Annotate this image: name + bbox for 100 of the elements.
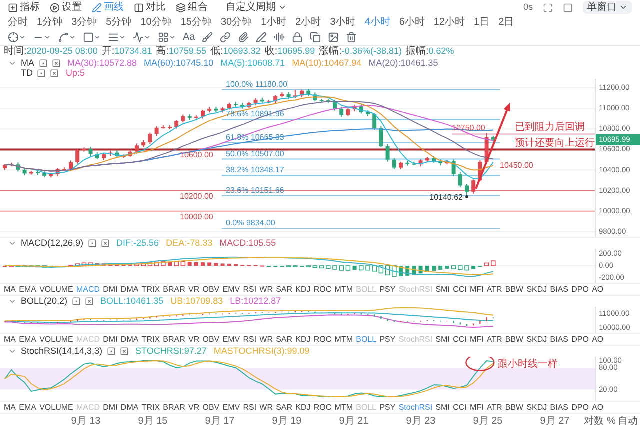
custom-period-dropdown[interactable]: 自定义周期 [226,2,287,12]
indicator-tab[interactable]: BBW [505,404,524,412]
indicator-tab[interactable]: DMI [103,286,118,294]
period-tab[interactable]: 分时 [8,18,28,28]
indicator-tab[interactable]: MFI [470,404,484,412]
indicator-tab[interactable]: MA [4,336,16,344]
indicator-tab[interactable]: EMA [19,286,36,294]
indicator-tab[interactable]: DPO [572,336,589,344]
indicator-tab[interactable]: RSI [243,336,257,344]
indicator-tab[interactable]: BRAR [163,336,186,344]
indicator-tab[interactable]: VOLUME [40,286,74,294]
compare-button[interactable]: 对比 [134,2,166,12]
indicator-tab[interactable]: OBV [202,404,220,412]
indicator-tab[interactable]: BIAS [550,336,568,344]
indicator-tab[interactable]: RSI [243,286,257,294]
indicator-tab[interactable]: TRIX [142,404,160,412]
period-tab[interactable]: 6小时 [399,18,425,28]
indicator-tab[interactable]: SMI [436,336,450,344]
indicator-tab[interactable]: KDJ [296,286,311,294]
indicator-tab[interactable]: OBV [202,286,220,294]
indicator-tab[interactable]: BRAR [163,286,186,294]
indicator-tab[interactable]: MA [4,404,16,412]
indicator-tab[interactable]: SAR [276,286,293,294]
indicator-tab[interactable]: BBW [505,336,524,344]
period-tab[interactable]: 12小时 [434,18,465,28]
indicator-tab[interactable]: DMA [120,286,139,294]
indicators-button[interactable]: 指标 [8,2,40,12]
indicator-tab[interactable]: EMV [222,336,240,344]
indicator-tab[interactable]: SMI [436,286,450,294]
indicator-tab[interactable]: DMI [103,336,118,344]
indicator-tab[interactable]: MFI [470,286,484,294]
indicator-tab[interactable]: VOLUME [40,336,74,344]
period-tab[interactable]: 1小时 [261,18,287,28]
combine-button[interactable]: 组合 [176,2,208,12]
window-mode-dropdown[interactable]: 单窗口 [583,1,632,14]
indicator-tab[interactable]: DMI [103,404,118,412]
period-tab[interactable]: 3分钟 [72,18,98,28]
indicator-tab[interactable]: SAR [276,336,293,344]
indicator-tab[interactable]: BRAR [163,404,186,412]
indicator-tab[interactable]: TRIX [142,336,160,344]
indicator-tab[interactable]: BIAS [550,286,568,294]
indicator-tab[interactable]: MA [4,286,16,294]
indicator-tab[interactable]: SKDJ [526,336,548,344]
period-tab[interactable]: 1分钟 [37,18,63,28]
indicator-tab[interactable]: KDJ [296,336,311,344]
indicator-tab[interactable]: MTM [334,286,353,294]
indicator-tab[interactable]: RSI [243,404,257,412]
indicator-tab[interactable]: VR [188,404,200,412]
indicator-tab[interactable]: KDJ [296,404,311,412]
indicator-tab[interactable]: EMA [19,336,36,344]
indicator-tab[interactable]: SMI [436,404,450,412]
indicator-tab[interactable]: DMA [120,336,139,344]
indicator-tab[interactable]: DMA [120,404,139,412]
indicator-tab[interactable]: CCI [453,336,467,344]
indicator-tab[interactable]: CCI [453,286,467,294]
indicator-tab[interactable]: WR [260,286,273,294]
indicator-tab[interactable]: ROC [314,404,332,412]
indicator-tab[interactable]: ATR [486,404,502,412]
indicator-tab[interactable]: PSY [380,286,396,294]
text-tool-button[interactable]: Aa [183,32,196,42]
indicator-tab[interactable]: EMV [222,404,240,412]
period-tab[interactable]: 3小时 [330,18,356,28]
indicator-tab[interactable]: VR [188,286,200,294]
indicator-tab[interactable]: SAR [276,404,293,412]
indicator-tab[interactable]: ROC [314,286,332,294]
indicator-tab[interactable]: BIAS [550,404,568,412]
indicator-tab[interactable]: AO [592,286,604,294]
indicator-tab[interactable]: OBV [202,336,220,344]
indicator-tab[interactable]: DPO [572,286,589,294]
period-tab[interactable]: 2小时 [296,18,322,28]
indicator-tab[interactable]: SKDJ [526,404,548,412]
scale-option[interactable]: 自动 [618,416,638,425]
period-tab[interactable]: 1日 [474,18,490,28]
indicator-tab[interactable]: EMA [19,404,36,412]
settings-button[interactable]: 设置 [50,2,82,12]
indicator-tab[interactable]: PSY [380,404,396,412]
period-tab[interactable]: 2日 [498,18,514,28]
indicator-tab[interactable]: VR [188,336,200,344]
period-tab[interactable]: 15分钟 [180,18,212,28]
indicator-tab[interactable]: ATR [486,336,502,344]
indicator-tab[interactable]: MTM [334,336,353,344]
indicator-tab[interactable]: AO [592,404,604,412]
indicator-tab[interactable]: EMV [222,286,240,294]
indicator-tab[interactable]: VOLUME [40,404,74,412]
indicator-tab[interactable]: SKDJ [526,286,548,294]
indicator-tab[interactable]: TRIX [142,286,160,294]
indicator-tab[interactable]: WR [260,336,273,344]
indicator-tab[interactable]: AO [592,336,604,344]
period-tab[interactable]: 30分钟 [220,18,252,28]
indicator-tab[interactable]: WR [260,404,273,412]
period-tab[interactable]: 5分钟 [106,18,132,28]
indicator-tab[interactable]: ROC [314,336,332,344]
indicator-tab[interactable]: BBW [505,286,524,294]
indicator-tab[interactable]: CCI [453,404,467,412]
indicator-tab[interactable]: PSY [380,336,396,344]
indicator-tab[interactable]: MTM [334,404,353,412]
scale-option[interactable]: % [607,416,616,425]
indicator-tab[interactable]: DPO [572,404,589,412]
period-tab[interactable]: 10分钟 [140,18,172,28]
indicator-tab[interactable]: MFI [470,336,484,344]
